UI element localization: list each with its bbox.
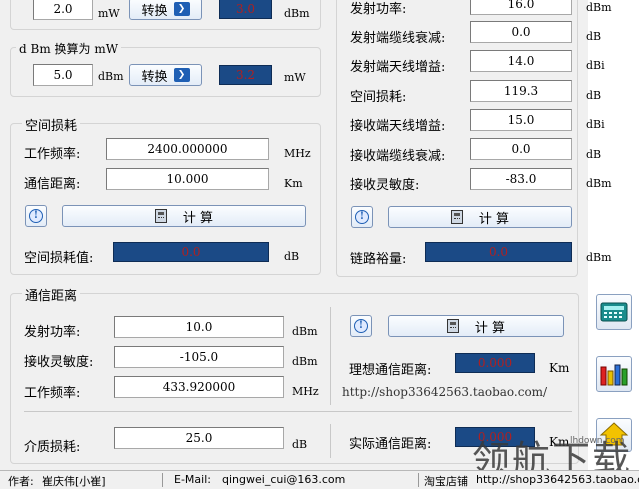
status-bar: 作者: 崔庆伟[小崔] E-Mail: qingwei_cui@163.com … (0, 470, 639, 489)
calculator-icon (154, 209, 167, 223)
calc-label: 计 算 (474, 320, 506, 336)
freq-unit: MHz (284, 147, 311, 160)
status-separator (418, 473, 419, 487)
comm-distance-divider (24, 411, 572, 412)
arrow-right-icon: ❯ (173, 2, 190, 16)
dbm-result: 3.0 (219, 0, 272, 19)
link-budget-calc-button[interactable]: 计 算 (388, 206, 572, 228)
link-row-unit: dBm (586, 1, 612, 14)
shop-label: 淘宝店铺 (424, 475, 468, 488)
arrow-right-icon: ❯ (173, 68, 190, 82)
calculator-tool-button[interactable] (596, 294, 632, 330)
mw-input-unit: mW (98, 7, 120, 20)
shop-url[interactable]: http://shop33642563.taobao.com/ (476, 473, 639, 486)
link-row-unit: dB (586, 30, 602, 43)
link-row-label: 发射端缆线衰减: (350, 31, 446, 46)
medium-loss-label: 介质损耗: (24, 440, 81, 455)
comm-distance-info-button[interactable]: ! (350, 315, 372, 337)
calculator-icon (446, 319, 459, 333)
calculator-icon (450, 210, 463, 224)
comm-distance-calc-button[interactable]: 计 算 (388, 315, 564, 337)
link-row-input[interactable]: 14.0 (470, 50, 572, 72)
actual-distance-label: 实际通信距离: (349, 437, 432, 452)
comm-distance-title: 通信距离 (22, 285, 81, 304)
ideal-distance-unit: Km (549, 361, 570, 375)
rx-sensitivity-unit: dBm (292, 355, 318, 368)
tx-power-label: 发射功率: (24, 325, 81, 340)
link-row-label: 发射功率: (350, 2, 407, 17)
work-freq-label: 工作频率: (24, 386, 81, 401)
link-margin-unit: dBm (586, 251, 612, 264)
distance-label: 通信距离: (24, 177, 81, 192)
space-loss-info-button[interactable]: ! (25, 205, 47, 227)
link-row-input[interactable]: 0.0 (470, 21, 572, 43)
status-separator (162, 473, 163, 487)
link-row-input[interactable]: 16.0 (470, 0, 572, 15)
space-loss-result-label: 空间损耗值: (24, 251, 94, 266)
link-margin-result: 0.0 (425, 242, 572, 262)
link-row-label: 接收端天线增益: (350, 119, 446, 134)
link-row-label: 接收灵敏度: (350, 178, 420, 193)
dbm-result-unit: dBm (284, 7, 310, 20)
author-label: 作者: (8, 475, 34, 488)
email-label: E-Mail: (174, 473, 211, 486)
link-row-input[interactable]: -83.0 (470, 168, 572, 190)
chart-tool-button[interactable] (596, 356, 632, 392)
rx-sensitivity-input[interactable]: -105.0 (114, 346, 284, 368)
bar-chart-icon (600, 364, 628, 386)
distance-unit: Km (284, 177, 303, 190)
info-icon: ! (354, 319, 368, 333)
mw-convert-button[interactable]: 转换 ❯ (129, 0, 202, 20)
work-freq-input[interactable]: 433.920000 (114, 376, 284, 398)
distance-input[interactable]: 10.000 (106, 168, 269, 190)
medium-loss-unit: dB (292, 438, 308, 451)
link-row-label: 接收端缆线衰减: (350, 149, 446, 164)
dbm-to-mw-title: d Bm 换算为 mW (16, 40, 122, 57)
comm-distance-vsep (330, 307, 331, 405)
freq-label: 工作频率: (24, 147, 81, 162)
email-value[interactable]: qingwei_cui@163.com (222, 473, 345, 486)
shop-url-link[interactable]: http://shop33642563.taobao.com/ (342, 385, 547, 399)
medium-loss-input[interactable]: 25.0 (114, 427, 284, 449)
ideal-distance-label: 理想通信距离: (349, 363, 432, 378)
mw-result: 3.2 (219, 65, 272, 85)
mw-input[interactable]: 2.0 (33, 0, 93, 20)
link-row-unit: dBi (586, 59, 605, 72)
convert-label: 转换 (141, 3, 168, 19)
space-loss-result: 0.0 (113, 242, 269, 262)
dbm-input[interactable]: 5.0 (33, 64, 93, 86)
space-loss-calc-button[interactable]: 计 算 (62, 205, 306, 227)
link-row-input[interactable]: 119.3 (470, 80, 572, 102)
calculator-icon (600, 302, 628, 322)
link-row-unit: dB (586, 89, 602, 102)
work-freq-unit: MHz (292, 385, 319, 398)
space-loss-result-unit: dB (284, 250, 300, 263)
info-icon: ! (355, 210, 369, 224)
comm-distance-vsep-lower (330, 424, 331, 458)
dbm-input-unit: dBm (98, 70, 124, 83)
space-loss-title: 空间损耗 (22, 115, 81, 134)
info-icon: ! (29, 209, 43, 223)
calc-label: 计 算 (182, 210, 214, 226)
author-name: 崔庆伟[小崔] (42, 475, 106, 488)
link-row-label: 发射端天线增益: (350, 60, 446, 75)
link-row-input[interactable]: 0.0 (470, 138, 572, 160)
calc-label: 计 算 (478, 211, 510, 227)
freq-input[interactable]: 2400.000000 (106, 138, 269, 160)
link-budget-info-button[interactable]: ! (351, 206, 373, 228)
link-row-label: 空间损耗: (350, 90, 407, 105)
link-row-input[interactable]: 15.0 (470, 109, 572, 131)
dbm-convert-button[interactable]: 转换 ❯ (129, 64, 202, 86)
tx-power-unit: dBm (292, 325, 318, 338)
link-row-unit: dBm (586, 177, 612, 190)
ideal-distance-result: 0.000 (455, 353, 535, 373)
link-row-unit: dBi (586, 118, 605, 131)
rx-sensitivity-label: 接收灵敏度: (24, 355, 94, 370)
tx-power-input[interactable]: 10.0 (114, 316, 284, 338)
mw-result-unit: mW (284, 71, 306, 84)
link-margin-label: 链路裕量: (350, 252, 407, 267)
link-row-unit: dB (586, 148, 602, 161)
convert-label: 转换 (141, 69, 168, 85)
